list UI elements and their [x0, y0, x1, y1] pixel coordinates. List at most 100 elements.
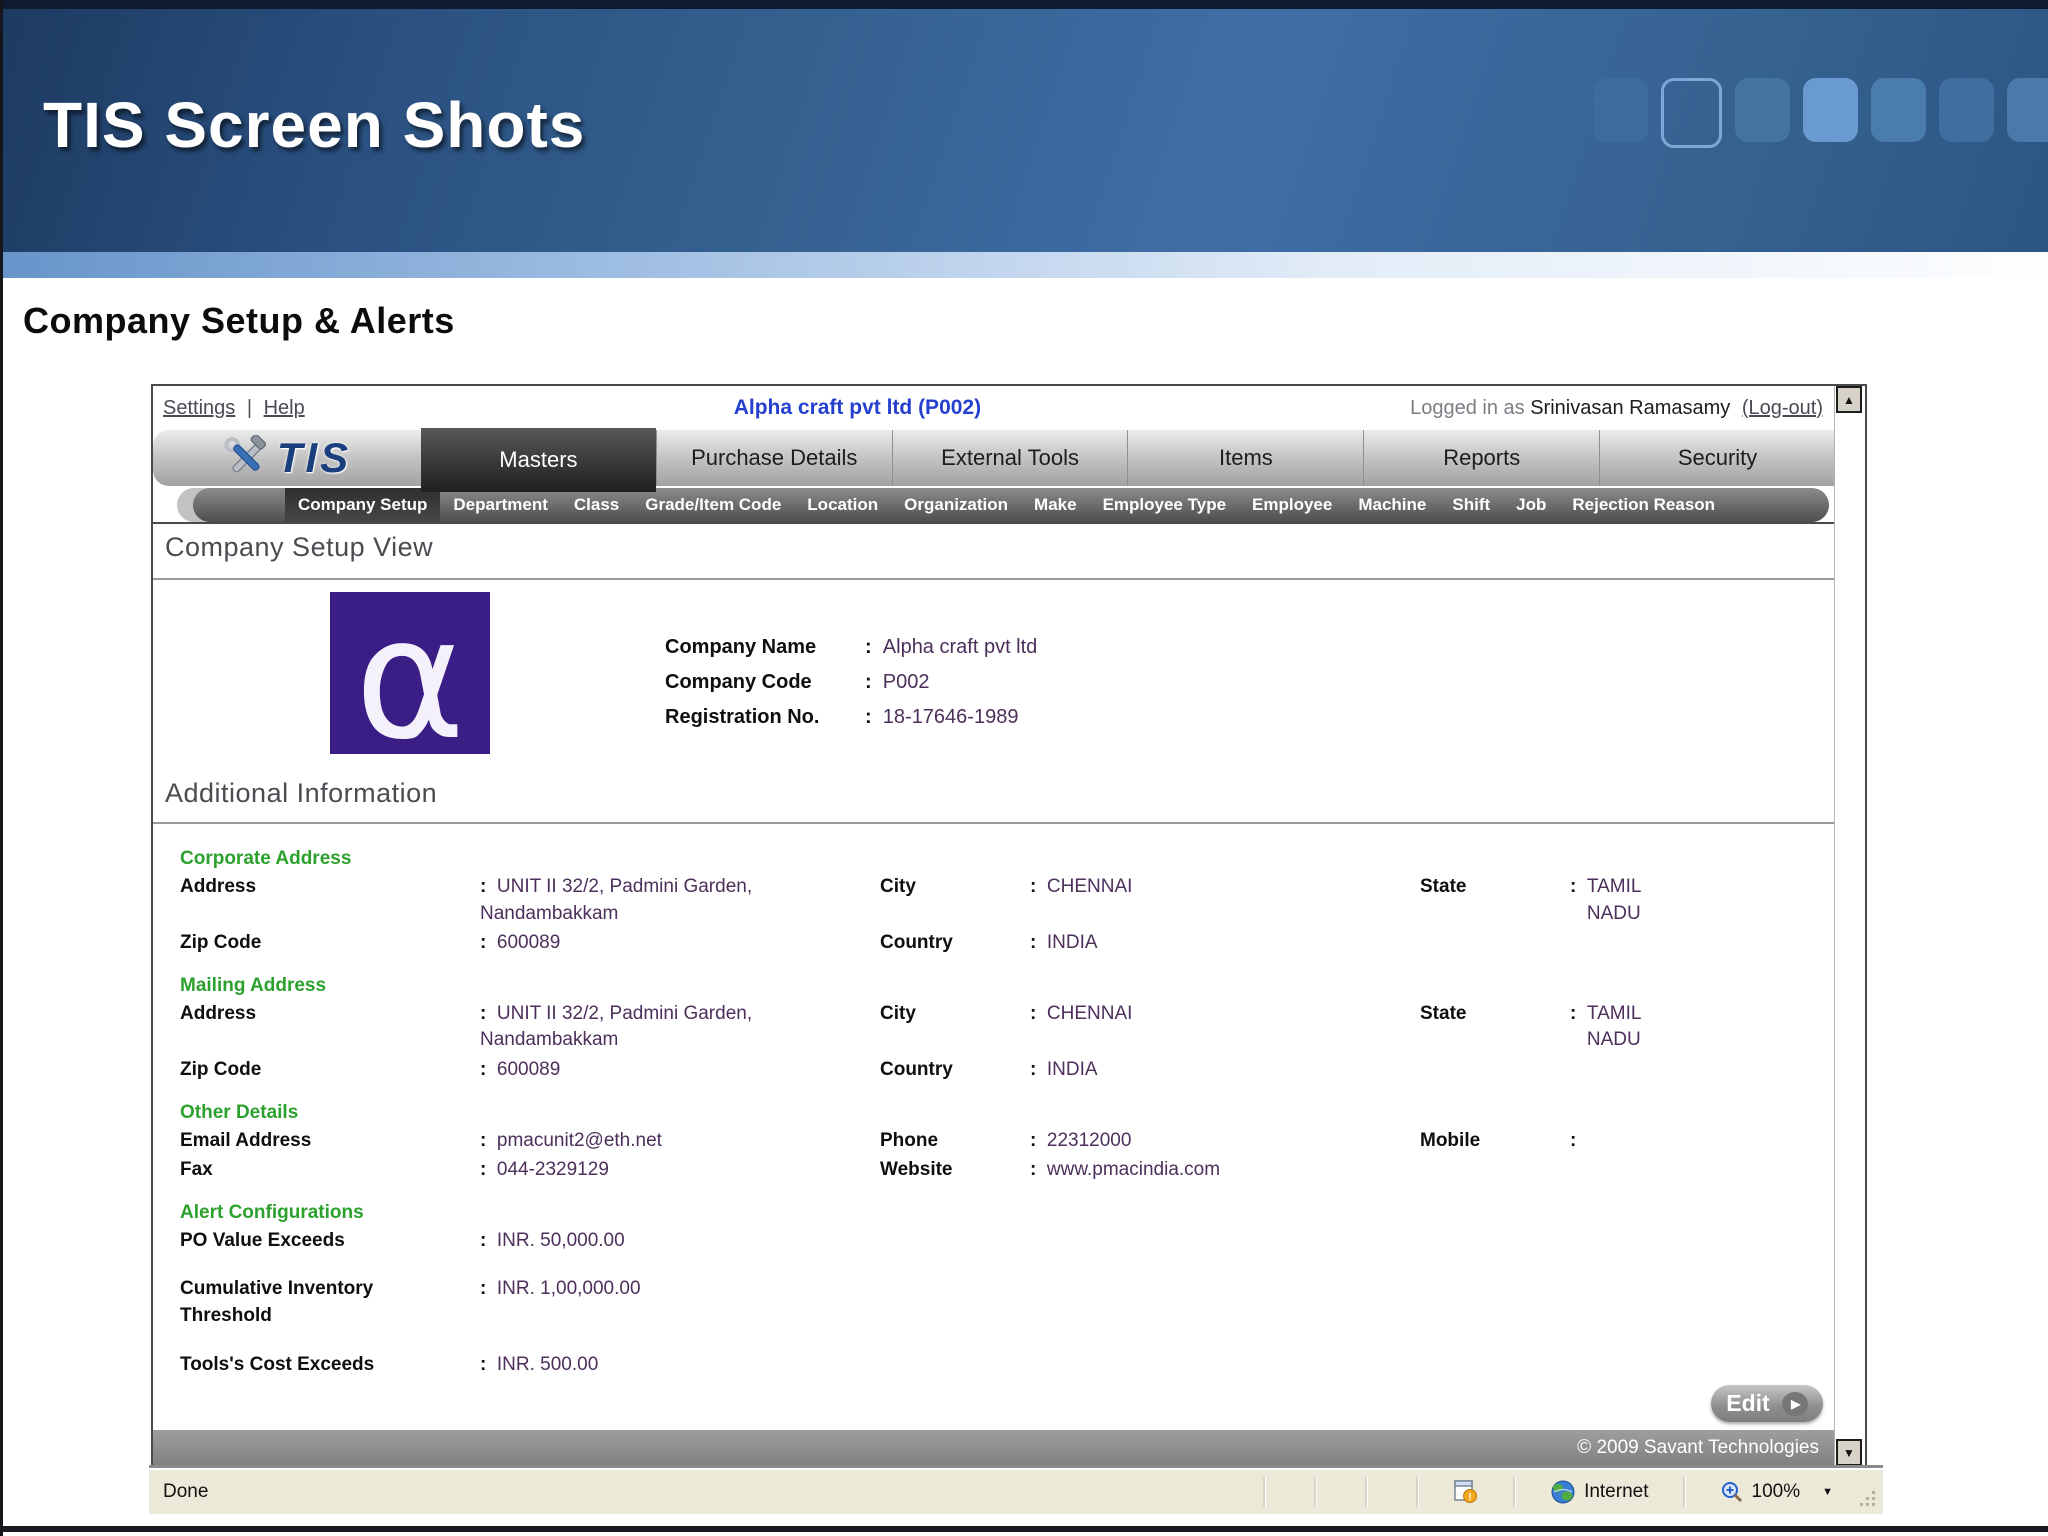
subnav-department[interactable]: Department	[440, 488, 560, 522]
menu-divider: |	[246, 396, 253, 419]
field-label: Phone	[880, 1129, 939, 1151]
field-label: Fax	[180, 1159, 213, 1181]
separator	[1365, 1476, 1369, 1508]
internet-zone-cell: Internet	[1540, 1470, 1658, 1514]
field-value: Alpha craft pvt ltd	[865, 636, 1038, 659]
header-bottom-band	[3, 252, 2048, 278]
status-bar-right: ! Internet 100% ▼	[1239, 1470, 1883, 1514]
additional-info-heading: Additional Information	[165, 778, 438, 808]
table-row: Zip Code 600089 Country INDIA	[180, 930, 1825, 957]
page-alert-cell: !	[1443, 1470, 1489, 1514]
field-label: Zip Code	[180, 1058, 262, 1080]
scroll-down-button[interactable]: ▼	[1836, 1439, 1862, 1466]
company-code-row: Company Code P002	[665, 671, 1037, 694]
subnav-organization[interactable]: Organization	[891, 488, 1021, 522]
section-alert-configurations: Alert Configurations	[180, 1201, 364, 1223]
page-warning-icon: !	[1454, 1480, 1478, 1503]
field-value: 18-17646-1989	[865, 706, 1019, 729]
subnav-rejection-reason[interactable]: Rejection Reason	[1559, 488, 1728, 522]
subnav-class[interactable]: Class	[561, 488, 632, 522]
settings-link[interactable]: Settings	[163, 397, 235, 419]
field-value	[1570, 1128, 1825, 1155]
table-row: Address UNIT II 32/2, Padmini Garden, Na…	[180, 1001, 1825, 1054]
tab-security[interactable]: Security	[1599, 430, 1835, 486]
tab-external-tools[interactable]: External Tools	[891, 430, 1128, 486]
field-value: UNIT II 32/2, Padmini Garden, Nandambakk…	[480, 1001, 880, 1054]
divider	[153, 578, 1835, 580]
brand-text: TIS	[276, 434, 352, 481]
separator	[1513, 1476, 1517, 1508]
subnav-employee-type[interactable]: Employee Type	[1090, 488, 1239, 522]
field-label: City	[880, 1002, 916, 1024]
edit-button[interactable]: Edit ▶	[1711, 1385, 1823, 1422]
tab-reports[interactable]: Reports	[1363, 430, 1599, 486]
company-fields: Company Name Alpha craft pvt ltd Company…	[665, 636, 1037, 741]
field-label: State	[1420, 1002, 1467, 1024]
decorative-square	[1661, 78, 1722, 148]
subnav-employee[interactable]: Employee	[1239, 488, 1345, 522]
zoom-dropdown-caret[interactable]: ▼	[1822, 1486, 1833, 1498]
globe-icon	[1551, 1480, 1575, 1504]
field-label: Company Code	[665, 671, 812, 693]
decorative-square	[1803, 78, 1858, 142]
window-topbar: Settings | Help Alpha craft pvt ltd (P00…	[153, 386, 1835, 430]
field-value: 600089	[480, 1057, 880, 1084]
zoom-level: 100%	[1751, 1481, 1801, 1502]
field-label: Cumulative Inventory Threshold	[180, 1278, 374, 1326]
company-name-row: Company Name Alpha craft pvt ltd	[665, 636, 1037, 659]
help-link[interactable]: Help	[264, 397, 305, 419]
subnav-make[interactable]: Make	[1021, 488, 1090, 522]
field-label: Address	[180, 876, 257, 897]
zoom-magnifier-icon	[1721, 1482, 1742, 1503]
zoom-cell[interactable]: 100% ▼	[1710, 1470, 1844, 1514]
field-value: P002	[865, 671, 930, 694]
field-value: CHENNAI	[1030, 874, 1420, 901]
table-row: Cumulative Inventory Threshold INR. 1,00…	[180, 1276, 1825, 1329]
field-label: Company Name	[665, 636, 817, 658]
slide: TIS Screen Shots Company Setup & Alerts …	[0, 0, 2048, 1536]
view-heading: Company Setup View	[165, 532, 434, 562]
field-value: INR. 50,000.00	[480, 1228, 880, 1255]
subnav-company-setup[interactable]: Company Setup	[285, 488, 441, 522]
vertical-scrollbar[interactable]: ▲ ▼	[1834, 386, 1865, 1466]
slide-title: TIS Screen Shots	[43, 89, 586, 161]
subnav-shift[interactable]: Shift	[1439, 488, 1503, 522]
tools-icon	[224, 435, 266, 473]
field-value: INR. 500.00	[480, 1352, 880, 1379]
table-row: PO Value Exceeds INR. 50,000.00	[180, 1228, 1825, 1255]
resize-grip[interactable]	[1843, 1470, 1883, 1514]
section-other-details: Other Details	[180, 1101, 299, 1123]
logout-link[interactable]: (Log-out)	[1742, 397, 1823, 419]
logged-in-prefix: Logged in as	[1410, 396, 1525, 419]
field-label: Website	[880, 1159, 953, 1181]
subnav-job[interactable]: Job	[1503, 488, 1559, 522]
svg-text:!: !	[1468, 1492, 1471, 1503]
subnav-grade-item-code[interactable]: Grade/Item Code	[632, 488, 794, 522]
alpha-glyph: α	[354, 581, 466, 777]
divider	[153, 822, 1835, 824]
scroll-up-button[interactable]: ▲	[1836, 386, 1862, 413]
section-mailing-address: Mailing Address	[180, 974, 327, 996]
additional-info-rows: Corporate Address Address UNIT II 32/2, …	[180, 838, 1825, 1381]
field-value: 22312000	[1030, 1128, 1420, 1155]
status-bar: Done ! Internet 100% ▼	[149, 1468, 1883, 1514]
tab-items[interactable]: Items	[1127, 430, 1363, 486]
slide-bottom-border	[3, 1526, 2048, 1532]
field-label: Country	[880, 1058, 953, 1080]
header-decoration-squares	[1593, 78, 2048, 148]
tab-masters[interactable]: Masters	[421, 428, 656, 492]
section-corporate-address: Corporate Address	[180, 848, 352, 869]
company-logo: α	[330, 592, 490, 763]
decorative-square	[1939, 78, 1994, 142]
subnav-location[interactable]: Location	[794, 488, 891, 522]
table-row: Email Address pmacunit2@eth.net Phone 22…	[180, 1128, 1825, 1155]
field-label: Tools's Cost Exceeds	[180, 1353, 375, 1375]
slide-subtitle: Company Setup & Alerts	[23, 300, 455, 341]
separator	[1314, 1476, 1318, 1508]
subnav-machine[interactable]: Machine	[1345, 488, 1439, 522]
tab-purchase-details[interactable]: Purchase Details	[655, 430, 892, 486]
main-nav-tabbar: TIS Masters Purchase Details External To…	[153, 428, 1835, 492]
field-value: TAMIL NADU	[1570, 1001, 1825, 1054]
logged-in-user: Srinivasan Ramasamy	[1530, 396, 1731, 419]
decorative-square	[1593, 78, 1648, 142]
